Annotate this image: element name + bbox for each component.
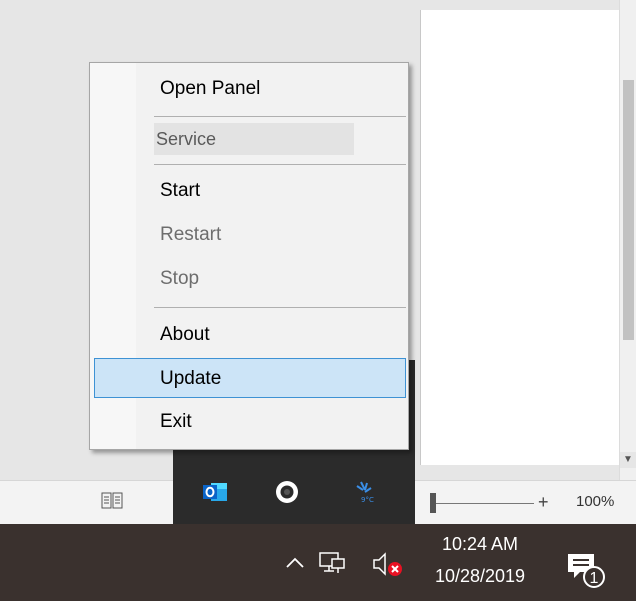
- menu-separator: [154, 116, 406, 117]
- menu-item-label: Exit: [160, 411, 192, 432]
- tray-context-menu: Open Panel Service Start Restart Stop Ab…: [89, 62, 409, 450]
- ring-app-icon[interactable]: [273, 478, 301, 506]
- outlook-icon[interactable]: [201, 478, 229, 506]
- menu-separator: [154, 307, 406, 308]
- volume-muted-icon[interactable]: [370, 550, 404, 578]
- show-hidden-icons-chevron-up-icon[interactable]: [284, 554, 306, 572]
- menu-separator: [154, 164, 406, 165]
- read-mode-icon[interactable]: [101, 491, 123, 511]
- menu-item-open-panel[interactable]: Open Panel: [94, 69, 406, 109]
- taskbar: 10:24 AM 10/28/2019 1: [0, 524, 636, 601]
- action-center-notification-icon[interactable]: 1: [564, 550, 608, 590]
- menu-item-restart: Restart: [94, 215, 406, 255]
- scrollbar-thumb[interactable]: [623, 80, 634, 340]
- menu-item-about[interactable]: About: [94, 315, 406, 355]
- zoom-in-button[interactable]: +: [538, 491, 549, 513]
- menu-section-header-service: Service: [154, 123, 354, 155]
- menu-item-start[interactable]: Start: [94, 171, 406, 211]
- zoom-slider-track[interactable]: [434, 503, 534, 504]
- vertical-scrollbar[interactable]: ▼: [619, 0, 636, 480]
- menu-item-label: Open Panel: [160, 78, 261, 99]
- menu-item-label: Start: [160, 180, 201, 201]
- network-icon[interactable]: [318, 550, 346, 576]
- menu-item-update[interactable]: Update: [94, 358, 406, 398]
- service-tray-icon[interactable]: 9°C: [351, 478, 379, 506]
- scroll-down-arrow-icon[interactable]: ▼: [620, 452, 636, 468]
- menu-section-label: Service: [156, 129, 217, 149]
- zoom-out-button[interactable]: [418, 493, 428, 513]
- menu-item-label: About: [160, 324, 210, 345]
- menu-item-label: Update: [160, 368, 222, 389]
- zoom-level[interactable]: 100%: [576, 493, 614, 510]
- menu-item-label: Restart: [160, 224, 222, 245]
- notification-count: 1: [590, 570, 599, 587]
- zoom-slider-thumb[interactable]: [430, 493, 436, 513]
- document-page: [420, 10, 636, 465]
- menu-item-stop: Stop: [94, 259, 406, 299]
- menu-item-label: Stop: [160, 268, 200, 289]
- clock-date[interactable]: 10/28/2019: [424, 566, 536, 587]
- svg-text:9°C: 9°C: [361, 496, 374, 504]
- tray-overflow-icons: 9°C: [173, 460, 415, 524]
- menu-item-exit[interactable]: Exit: [94, 402, 406, 442]
- clock-time[interactable]: 10:24 AM: [430, 534, 530, 555]
